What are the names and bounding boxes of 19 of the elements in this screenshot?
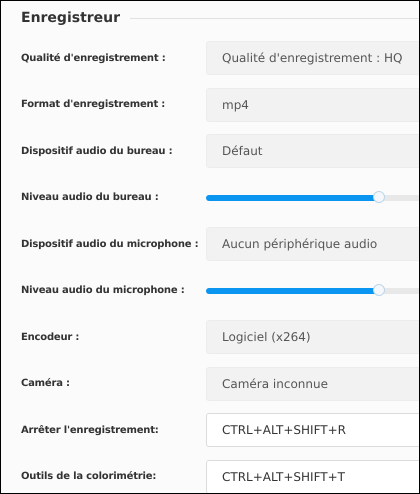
field-label: Outils de la colorimétrie:: [20, 471, 158, 482]
field-label: Niveau audio du microphone :: [20, 285, 186, 296]
dropdown-field[interactable]: Aucun périphérique audio: [206, 227, 419, 262]
hotkey-field[interactable]: CTRL+ALT+SHIFT+T: [206, 460, 419, 493]
field-label: Format d'enregistrement :: [20, 99, 166, 110]
field-label: Encodeur :: [20, 332, 80, 343]
hotkey-field[interactable]: CTRL+ALT+SHIFT+R: [206, 413, 419, 448]
field-label: Arrêter l'enregistrement:: [20, 424, 160, 436]
dropdown-field[interactable]: Caméra inconnue: [206, 366, 419, 401]
dropdown-field[interactable]: Défaut: [206, 134, 419, 168]
section-title: Enregistreur: [21, 10, 120, 26]
field-label: Dispositif audio du microphone :: [20, 238, 200, 250]
field-label: Niveau audio du bureau :: [20, 192, 160, 204]
field-label: Caméra :: [20, 378, 71, 390]
field-label: Qualité d'enregistrement :: [20, 52, 167, 64]
dropdown-field[interactable]: Qualité d'enregistrement : HQ: [206, 41, 419, 76]
field-label: Dispositif audio du bureau :: [20, 146, 174, 157]
dropdown-field[interactable]: mp4: [206, 88, 419, 122]
dropdown-field[interactable]: Logiciel (x264): [206, 320, 419, 354]
